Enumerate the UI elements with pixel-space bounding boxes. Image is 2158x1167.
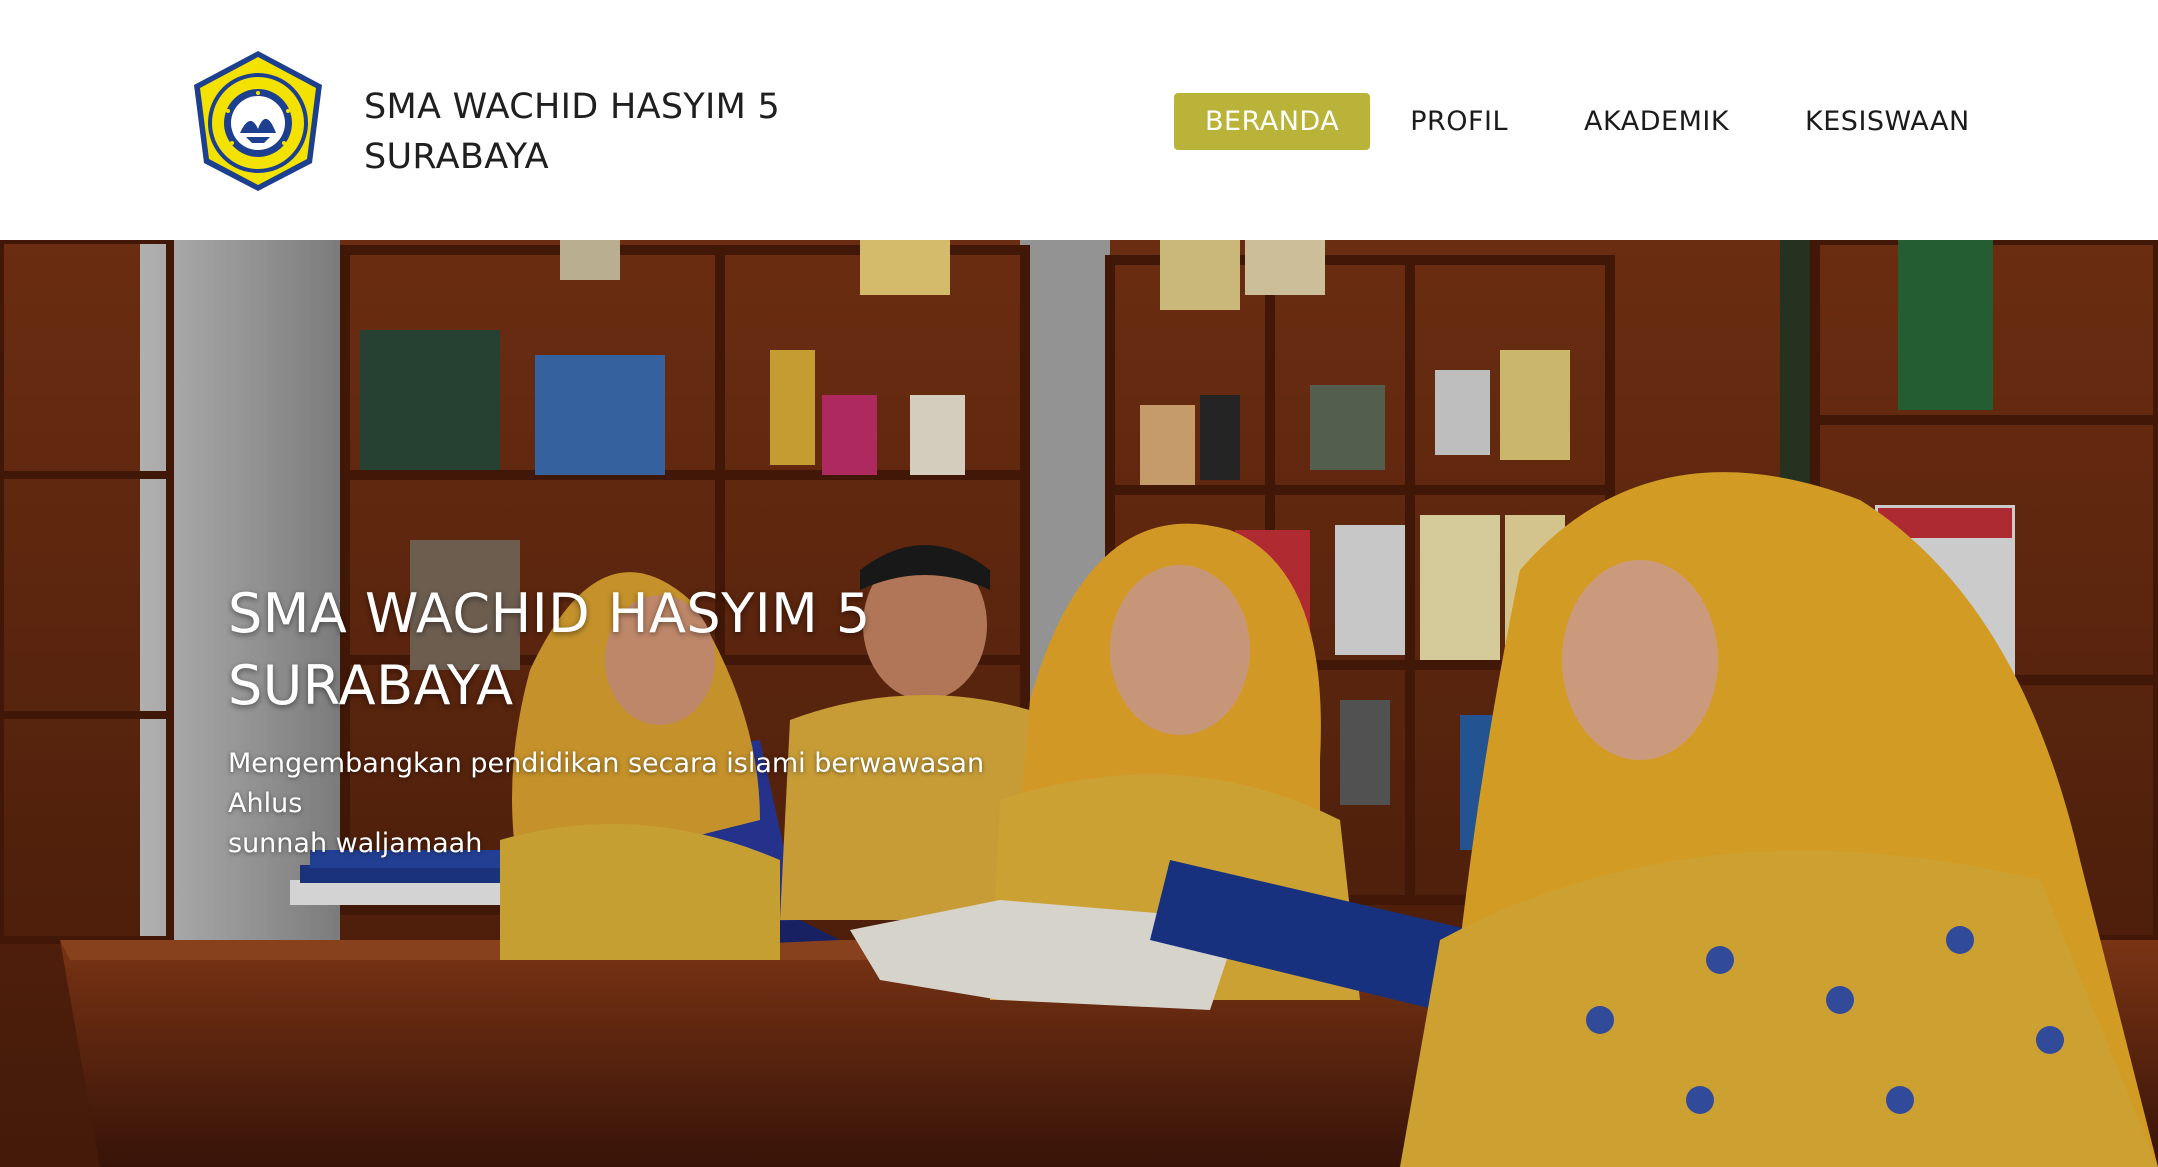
hero-title-line1: SMA WACHID HASYIM 5 [228,582,871,645]
site-name-line1: SMA WACHID HASYIM 5 [364,87,781,127]
nav-item-profil[interactable]: PROFIL [1410,93,1508,150]
site-name[interactable]: SMA WACHID HASYIM 5 SURABAYA [364,82,824,182]
hero-subtitle-line1: Mengembangkan pendidikan secara islami b… [228,748,985,819]
site-header: SMA WACHID HASYIM 5 SURABAYA BERANDA PRO… [0,0,2158,240]
hero-title-line2: SURABAYA [228,654,514,717]
main-nav: BERANDA PROFIL AKADEMIK KESISWAAN [1174,93,1970,150]
nav-item-akademik[interactable]: AKADEMIK [1584,93,1729,150]
hero-subtitle-line2: sunnah waljamaah [228,828,483,859]
school-emblem-icon[interactable] [184,47,332,195]
nav-item-beranda[interactable]: BERANDA [1174,93,1371,150]
hero-title: SMA WACHID HASYIM 5 SURABAYA [228,578,988,722]
hero-subtitle: Mengembangkan pendidikan secara islami b… [228,744,1028,864]
hero-banner: SMA WACHID HASYIM 5 SURABAYA Mengembangk… [0,240,2158,1167]
site-name-line2: SURABAYA [364,137,549,177]
nav-item-kesiswaan[interactable]: KESISWAAN [1805,93,1970,150]
